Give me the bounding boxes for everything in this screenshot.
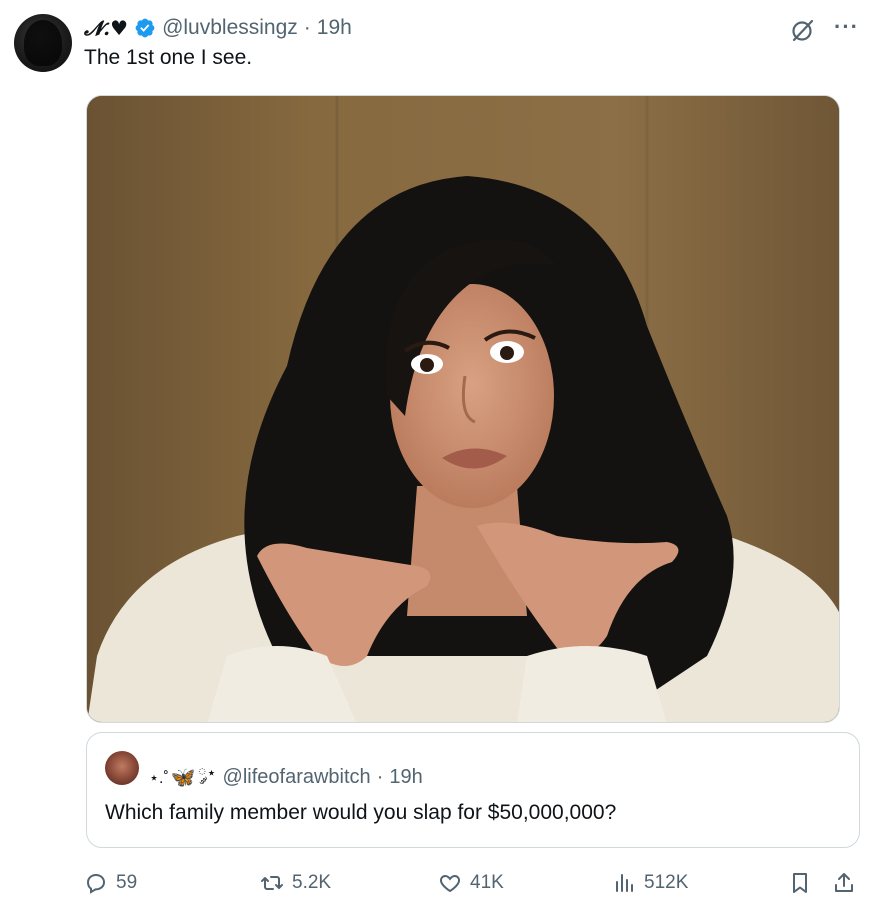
tweet-action-bar: 59 5.2K 41K 512K xyxy=(84,866,864,900)
tweet-timestamp[interactable]: 19h xyxy=(317,16,352,40)
views-button[interactable]: 512K xyxy=(612,866,688,900)
like-button[interactable]: 41K xyxy=(438,866,504,900)
more-icon[interactable]: ··· xyxy=(834,14,860,40)
grok-icon[interactable] xyxy=(789,16,817,44)
bookmark-icon xyxy=(793,873,807,893)
quoted-author-display-name[interactable]: ⋆.˚ 🦋 ༘⋆ xyxy=(149,755,217,800)
repost-button[interactable]: 5.2K xyxy=(260,866,331,900)
author-display-name[interactable]: 𝓝.♥ xyxy=(84,16,128,40)
quoted-author-handle[interactable]: @lifeofarawbitch xyxy=(223,766,371,789)
share-icon xyxy=(835,873,853,892)
tweet-text: The 1st one I see. xyxy=(84,46,253,69)
author-avatar[interactable] xyxy=(14,14,72,72)
reply-icon xyxy=(86,873,106,894)
butterfly-icon: 🦋 xyxy=(170,767,196,789)
like-count: 41K xyxy=(470,872,504,893)
reply-count: 59 xyxy=(116,872,138,893)
bookmark-button[interactable] xyxy=(788,866,812,900)
heart-icon xyxy=(439,874,461,893)
view-count: 512K xyxy=(644,872,689,893)
separator-dot: · xyxy=(303,16,311,39)
share-button[interactable] xyxy=(832,866,856,900)
tweet-header: 𝓝.♥ @luvblessingz · 19h xyxy=(84,14,352,42)
quoted-tweet-timestamp[interactable]: 19h xyxy=(389,766,422,789)
views-chart-icon xyxy=(616,874,633,892)
author-handle[interactable]: @luvblessingz xyxy=(162,16,298,40)
repost-icon xyxy=(261,876,283,890)
quoted-name-prefix: ⋆.˚ xyxy=(149,769,169,787)
quoted-name-suffix: ༘⋆ xyxy=(197,765,217,782)
tweet-media-image[interactable] xyxy=(86,95,840,723)
reply-button[interactable]: 59 xyxy=(84,866,137,900)
quoted-tweet-header: ⋆.˚ 🦋 ༘⋆ @lifeofarawbitch · 19h xyxy=(149,755,423,800)
repost-count: 5.2K xyxy=(292,872,332,893)
quoted-author-avatar[interactable] xyxy=(105,751,139,785)
quoted-tweet-text: Which family member would you slap for $… xyxy=(105,801,617,824)
quoted-separator-dot: · xyxy=(376,766,384,788)
verified-badge-icon xyxy=(135,18,155,38)
quoted-tweet-card[interactable]: ⋆.˚ 🦋 ༘⋆ @lifeofarawbitch · 19h Which fa… xyxy=(86,732,860,848)
